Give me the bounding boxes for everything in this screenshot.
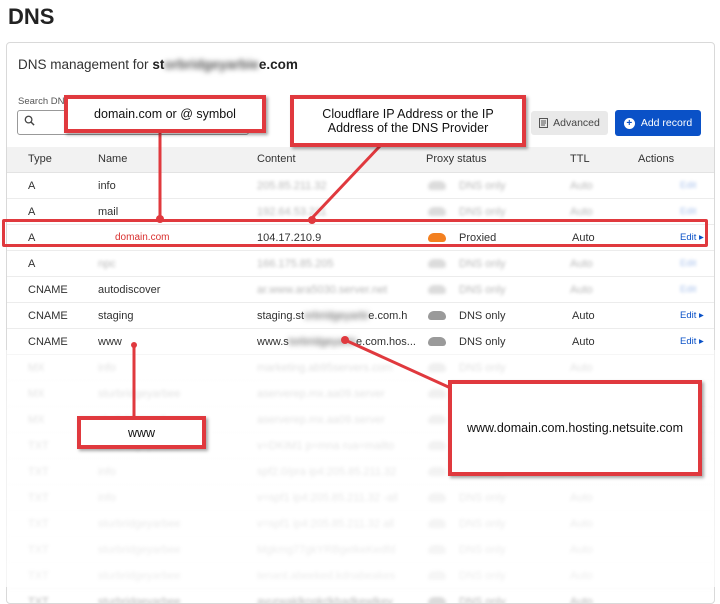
row-proxy: DNS only <box>459 596 506 604</box>
callout-www: www <box>77 416 206 449</box>
row-name: sturbridgeyarbee <box>98 596 181 604</box>
cloud-icon <box>428 597 446 603</box>
row-type: TXT <box>28 596 49 604</box>
row-ttl: Auto <box>570 596 593 604</box>
annotation-arrows <box>131 133 456 418</box>
callout-domain: domain.com or @ symbol <box>64 95 266 133</box>
callout-www-target: www.domain.com.hosting.netsuite.com <box>448 380 702 476</box>
row-content: ayurwaklkngkrlkbadkewlkey <box>257 596 393 604</box>
callout-cloudflare-ip: Cloudflare IP Address or the IP Address … <box>290 95 526 147</box>
table-row[interactable]: TXT sturbridgeyarbee ayurwaklkngkrlkbadkew… <box>7 589 714 604</box>
